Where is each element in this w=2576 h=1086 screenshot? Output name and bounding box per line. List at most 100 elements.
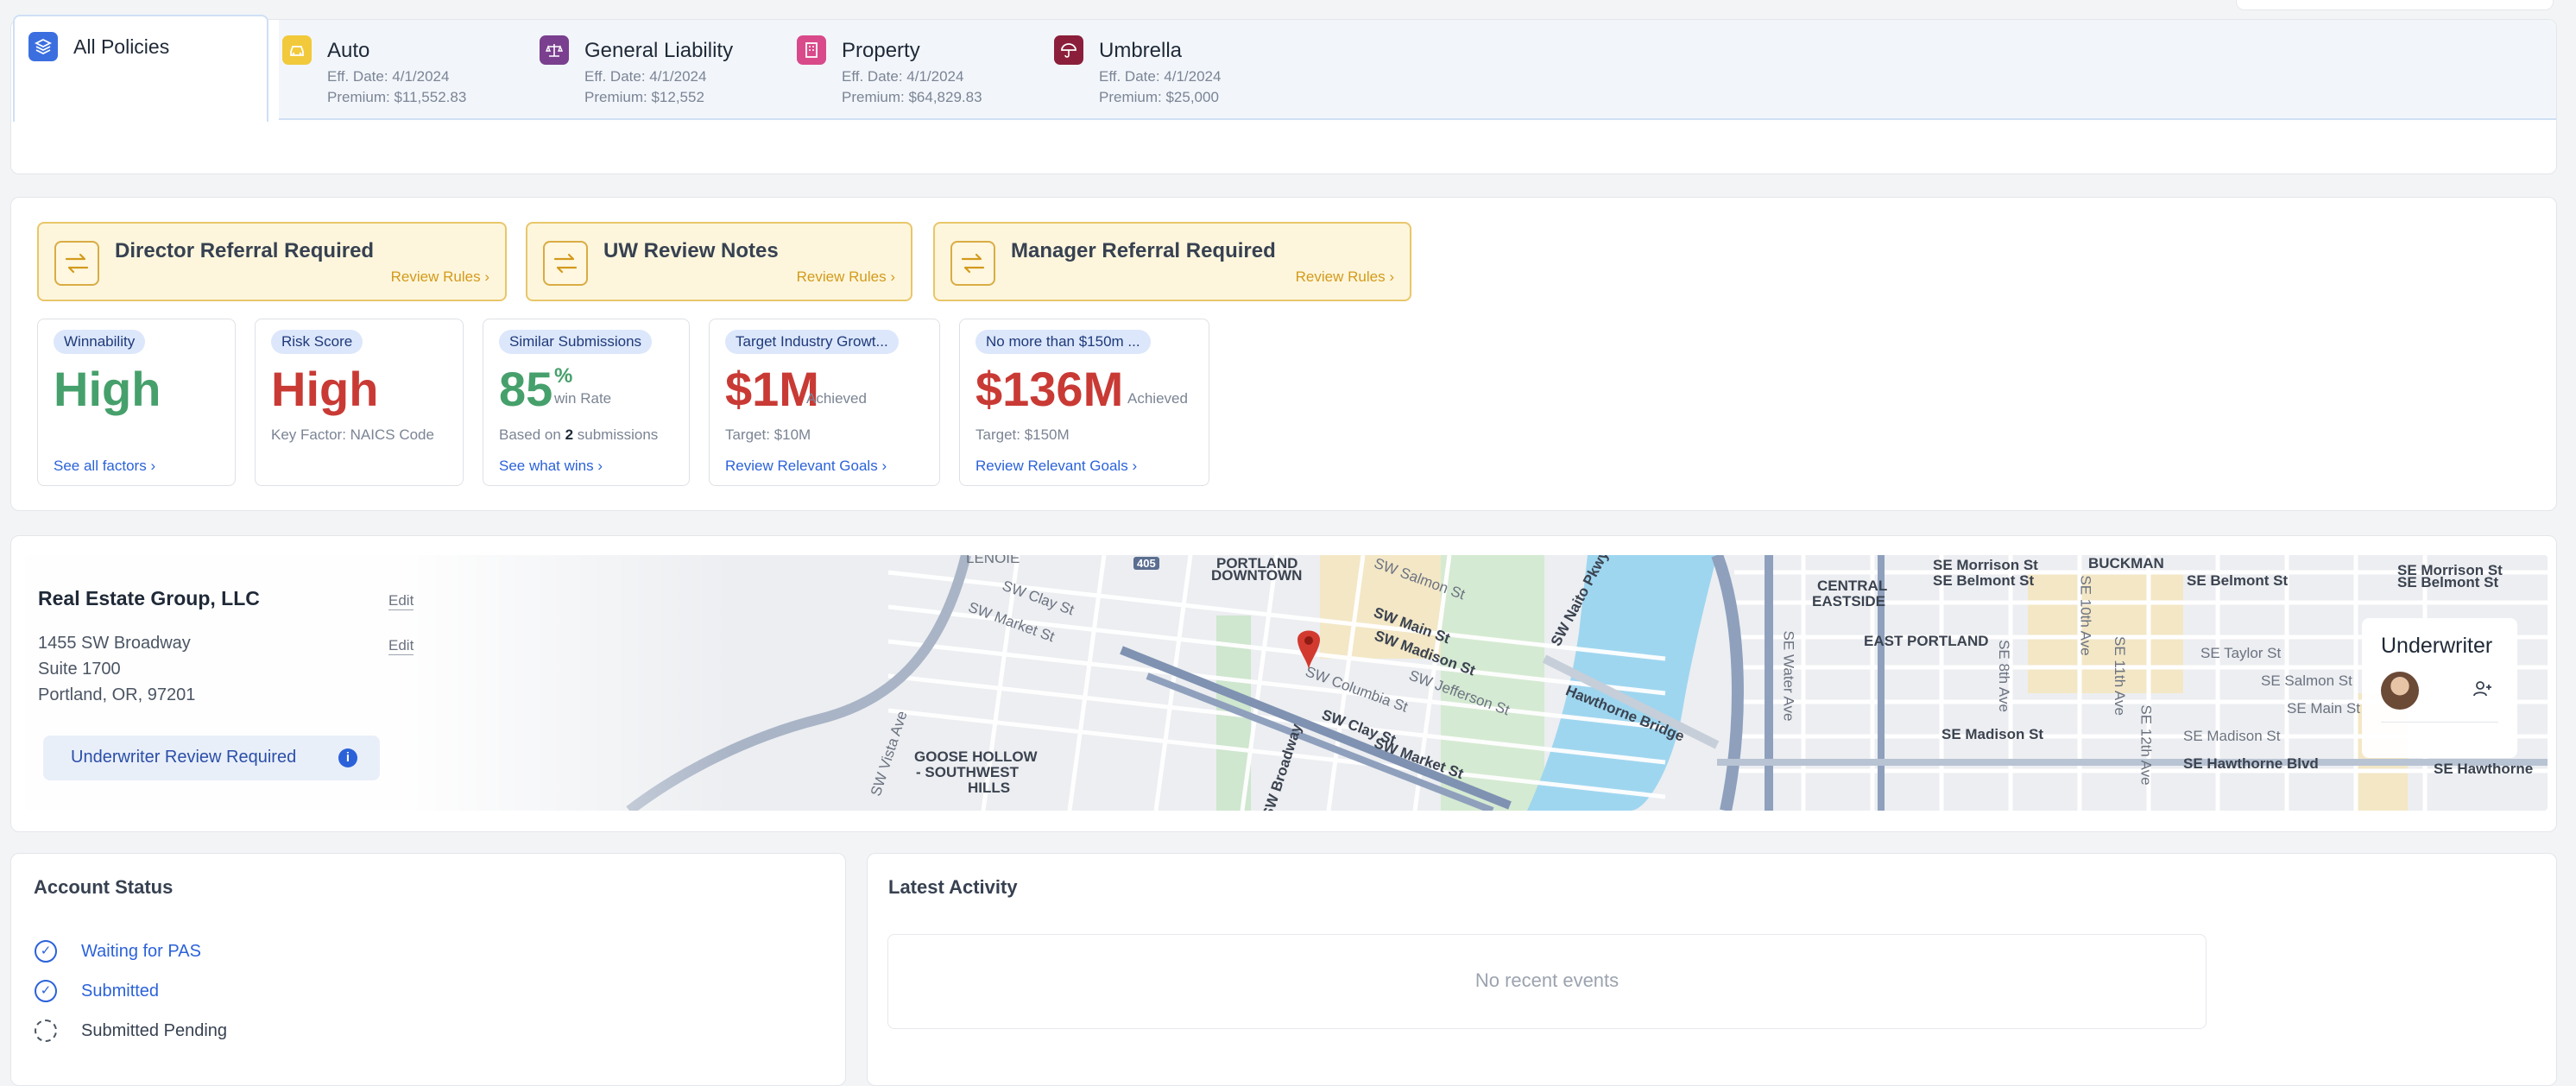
address-line-2: Suite 1700 bbox=[38, 660, 121, 679]
risk-score-metric: Risk Score High Key Factor: NAICS Code bbox=[255, 319, 464, 486]
manager-review-rules-link[interactable]: Review Rules › bbox=[1296, 268, 1394, 286]
building-icon bbox=[797, 35, 826, 65]
map-label-central: CENTRAL bbox=[1817, 578, 1888, 594]
similar-based-on: Based on 2 submissions bbox=[499, 426, 658, 444]
top-floating-panel bbox=[2236, 0, 2554, 10]
company-name: Real Estate Group, LLC bbox=[38, 587, 260, 609]
tab-property[interactable]: Property Eff. Date: 4/1/2024 Premium: $6… bbox=[797, 35, 1039, 113]
tab-general-liability-eff-date: Eff. Date: 4/1/2024 bbox=[584, 68, 707, 85]
limit-goal-pill: No more than $150m ... bbox=[975, 330, 1151, 354]
map-label-se-8th: SE 8th Ave bbox=[1995, 640, 2012, 712]
edit-address-link[interactable]: Edit bbox=[388, 637, 414, 655]
latest-activity-title: Latest Activity bbox=[888, 876, 1018, 898]
underwriter-title: Underwriter bbox=[2381, 634, 2493, 658]
umbrella-icon bbox=[1054, 35, 1083, 65]
status-item-label: Waiting for PAS bbox=[81, 942, 201, 961]
winnability-pill: Winnability bbox=[54, 330, 146, 354]
map-label-se-water: SE Water Ave bbox=[1780, 630, 1797, 722]
policy-tabs-card: All Policies Auto Eff. Date: 4/1/2024 Pr… bbox=[10, 15, 2557, 174]
map-label-se-10th: SE 10th Ave bbox=[2077, 575, 2094, 656]
tab-property-premium: Premium: $64,829.83 bbox=[842, 89, 982, 105]
edit-company-link[interactable]: Edit bbox=[388, 592, 414, 610]
check-circle-icon: ✓ bbox=[35, 980, 57, 1002]
chevron-right-icon: › bbox=[890, 268, 895, 285]
account-map-card: PORTLAND DOWNTOWN GOOSE HOLLOW - SOUTHWE… bbox=[10, 535, 2557, 832]
map-label-se-hawthorne-2: SE Hawthorne bbox=[2434, 761, 2534, 777]
chevron-right-icon: › bbox=[150, 458, 156, 474]
risk-score-value: High bbox=[271, 362, 379, 416]
manager-referral-title: Manager Referral Required bbox=[1011, 239, 1276, 262]
status-item-label: Submitted Pending bbox=[81, 1021, 228, 1040]
based-on-suffix: submissions bbox=[573, 426, 659, 443]
check-circle-icon: ✓ bbox=[35, 940, 57, 963]
chevron-right-icon: › bbox=[484, 268, 489, 285]
similar-win-rate-unit: % bbox=[554, 364, 573, 388]
similar-submissions-metric: Similar Submissions 85 % win Rate Based … bbox=[483, 319, 690, 486]
limit-goal-value: $136M bbox=[975, 362, 1124, 416]
tab-property-name: Property bbox=[842, 39, 920, 62]
uw-review-notes-card[interactable]: UW Review Notes Review Rules › bbox=[526, 222, 912, 301]
map-label-goose: GOOSE HOLLOW bbox=[914, 748, 1038, 765]
manager-referral-card[interactable]: Manager Referral Required Review Rules › bbox=[933, 222, 1411, 301]
map-label-eastside: EASTSIDE bbox=[1812, 593, 1886, 609]
underwriter-card: Underwriter bbox=[2362, 618, 2517, 758]
similar-win-rate-value: 85 bbox=[499, 362, 553, 416]
tab-all-policies[interactable]: All Policies bbox=[13, 15, 268, 122]
no-recent-events-text: No recent events bbox=[1474, 969, 1619, 991]
layers-icon bbox=[28, 32, 58, 61]
map-label-hills: HILLS bbox=[968, 780, 1011, 796]
industry-review-goals-label: Review Relevant Goals bbox=[725, 458, 878, 474]
tab-auto-eff-date: Eff. Date: 4/1/2024 bbox=[327, 68, 450, 85]
underwriter-review-label: Underwriter Review Required bbox=[71, 748, 297, 767]
map-label-se-hawthorne: SE Hawthorne Blvd bbox=[2183, 755, 2319, 772]
map-label-se-morrison: SE Morrison St bbox=[1933, 557, 2038, 573]
uw-review-rules-label: Review Rules bbox=[796, 268, 887, 285]
map-label-se-taylor: SE Taylor St bbox=[2200, 645, 2282, 661]
industry-growth-achieved: Achieved bbox=[806, 390, 867, 407]
director-review-rules-label: Review Rules bbox=[390, 268, 481, 285]
underwriter-review-badge[interactable]: Underwriter Review Required i bbox=[43, 736, 380, 780]
limit-review-goals-link[interactable]: Review Relevant Goals › bbox=[975, 458, 1137, 475]
uw-review-rules-link[interactable]: Review Rules › bbox=[797, 268, 895, 286]
referral-metrics-card: Director Referral Required Review Rules … bbox=[10, 197, 2557, 511]
risk-key-factor: Key Factor: NAICS Code bbox=[271, 426, 434, 443]
see-what-wins-link[interactable]: See what wins › bbox=[499, 458, 603, 475]
tab-auto[interactable]: Auto Eff. Date: 4/1/2024 Premium: $11,55… bbox=[282, 35, 524, 113]
status-item-label: Submitted bbox=[81, 982, 160, 1001]
industry-review-goals-link[interactable]: Review Relevant Goals › bbox=[725, 458, 887, 475]
map-label-southwest: - SOUTHWEST bbox=[916, 764, 1019, 780]
risk-score-pill: Risk Score bbox=[271, 330, 363, 354]
swap-arrows-icon bbox=[543, 241, 588, 286]
based-on-text: Based on bbox=[499, 426, 565, 443]
address-line-1: 1455 SW Broadway bbox=[38, 634, 191, 653]
industry-growth-value: $1M bbox=[725, 362, 819, 416]
swap-arrows-icon bbox=[950, 241, 995, 286]
limit-goal-achieved: Achieved bbox=[1127, 390, 1188, 407]
manager-review-rules-label: Review Rules bbox=[1295, 268, 1386, 285]
map-label-se-belmont-2: SE Belmont St bbox=[2187, 572, 2289, 589]
tab-umbrella[interactable]: Umbrella Eff. Date: 4/1/2024 Premium: $2… bbox=[1054, 35, 1296, 113]
industry-growth-pill: Target Industry Growt... bbox=[725, 330, 899, 354]
tab-auto-premium: Premium: $11,552.83 bbox=[327, 89, 467, 105]
see-all-factors-label: See all factors bbox=[54, 458, 147, 474]
account-status-title: Account Status bbox=[34, 876, 174, 898]
limit-goal-metric: No more than $150m ... $136M Achieved Ta… bbox=[959, 319, 1209, 486]
see-all-factors-link[interactable]: See all factors › bbox=[54, 458, 155, 475]
scales-icon bbox=[540, 35, 569, 65]
map-label-se-main: SE Main St bbox=[2287, 700, 2361, 717]
info-icon[interactable]: i bbox=[338, 748, 357, 767]
pending-circle-icon bbox=[35, 1020, 57, 1042]
map-label-buckman: BUCKMAN bbox=[2088, 555, 2164, 571]
tab-auto-name: Auto bbox=[327, 39, 370, 62]
map-label-se-belmont-3: SE Belmont St bbox=[2397, 574, 2499, 590]
industry-growth-target: Target: $10M bbox=[725, 426, 811, 443]
director-referral-card[interactable]: Director Referral Required Review Rules … bbox=[37, 222, 507, 301]
add-user-icon[interactable] bbox=[2472, 679, 2493, 704]
chevron-right-icon: › bbox=[597, 458, 603, 474]
tab-general-liability[interactable]: General Liability Eff. Date: 4/1/2024 Pr… bbox=[540, 35, 781, 113]
similar-submissions-pill: Similar Submissions bbox=[499, 330, 653, 354]
map-label-se-11th: SE 11th Ave bbox=[2112, 636, 2128, 716]
activity-empty-state: No recent events bbox=[887, 934, 2207, 1029]
director-review-rules-link[interactable]: Review Rules › bbox=[391, 268, 489, 286]
underwriter-avatar[interactable] bbox=[2381, 672, 2419, 710]
